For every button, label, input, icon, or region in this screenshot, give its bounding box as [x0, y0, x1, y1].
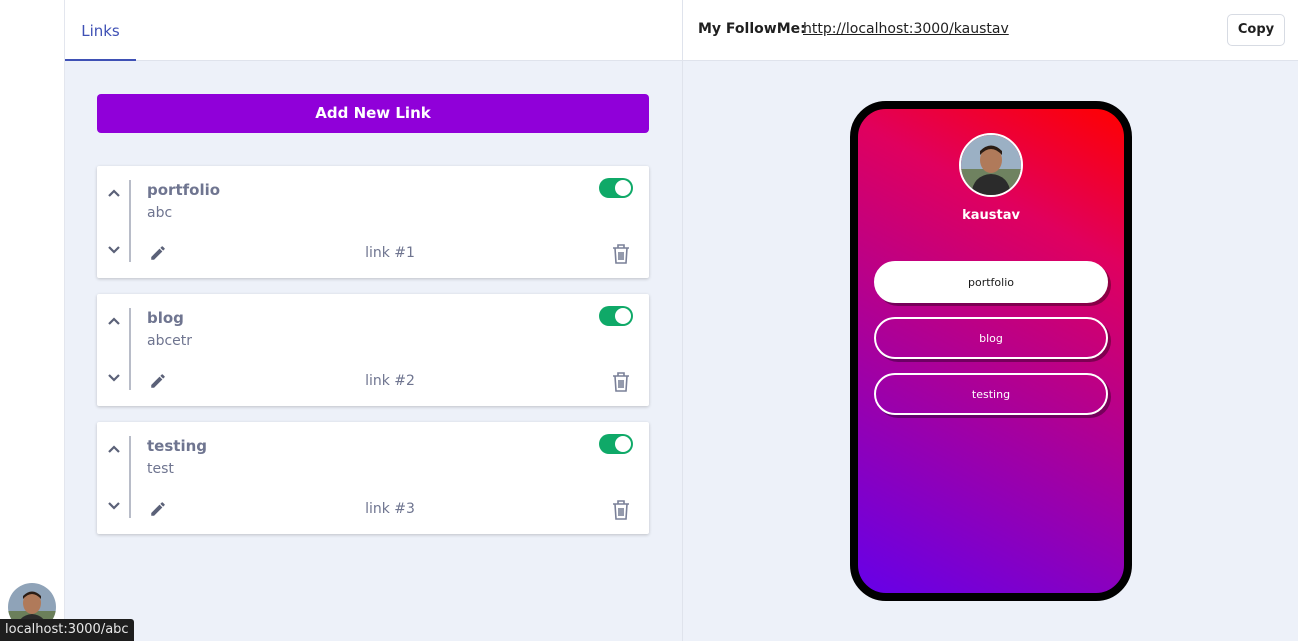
link-number: link #1: [365, 245, 415, 261]
link-title[interactable]: blog: [147, 309, 184, 327]
profile-username: kaustav: [962, 208, 1020, 223]
chevron-down-icon[interactable]: [106, 242, 122, 258]
chevron-down-icon[interactable]: [106, 498, 122, 514]
toggle-knob: [615, 180, 631, 196]
followme-url-link[interactable]: http://localhost:3000/kaustav: [803, 21, 1009, 37]
divider: [129, 308, 131, 390]
followme-label: My FollowMe:: [698, 21, 806, 37]
trash-icon[interactable]: [611, 499, 631, 521]
tab-bar: Links: [65, 0, 682, 61]
pencil-icon[interactable]: [149, 244, 167, 262]
phone-preview: kaustav portfolio blog testing: [850, 101, 1132, 601]
link-number: link #2: [365, 373, 415, 389]
link-title[interactable]: portfolio: [147, 181, 220, 199]
profile-avatar: [959, 133, 1023, 197]
trash-icon[interactable]: [611, 371, 631, 393]
tab-links[interactable]: Links: [65, 0, 136, 61]
chevron-up-icon[interactable]: [106, 313, 122, 329]
chevron-down-icon[interactable]: [106, 370, 122, 386]
chevron-up-icon[interactable]: [106, 441, 122, 457]
preview-link-button[interactable]: portfolio: [874, 261, 1108, 303]
divider: [129, 436, 131, 518]
preview-panel: My FollowMe: http://localhost:3000/kaust…: [682, 0, 1298, 641]
link-url[interactable]: test: [147, 461, 174, 477]
toggle-knob: [615, 308, 631, 324]
link-url[interactable]: abc: [147, 205, 172, 221]
link-enabled-toggle[interactable]: [599, 178, 633, 198]
links-panel: Links Add New Link portfolio abc link #1…: [65, 0, 682, 641]
pencil-icon[interactable]: [149, 500, 167, 518]
link-enabled-toggle[interactable]: [599, 434, 633, 454]
link-card: testing test link #3: [97, 422, 649, 534]
add-new-link-button[interactable]: Add New Link: [97, 94, 649, 133]
link-enabled-toggle[interactable]: [599, 306, 633, 326]
pencil-icon[interactable]: [149, 372, 167, 390]
toggle-knob: [615, 436, 631, 452]
status-bar-url: localhost:3000/abc: [0, 619, 134, 641]
link-card: blog abcetr link #2: [97, 294, 649, 406]
copy-button[interactable]: Copy: [1227, 14, 1285, 46]
trash-icon[interactable]: [611, 243, 631, 265]
sidebar: [0, 0, 65, 641]
preview-link-button[interactable]: blog: [874, 317, 1108, 359]
link-number: link #3: [365, 501, 415, 517]
link-url[interactable]: abcetr: [147, 333, 192, 349]
link-title[interactable]: testing: [147, 437, 207, 455]
divider: [129, 180, 131, 262]
preview-link-button[interactable]: testing: [874, 373, 1108, 415]
chevron-up-icon[interactable]: [106, 185, 122, 201]
link-card: portfolio abc link #1: [97, 166, 649, 278]
followme-header: My FollowMe: http://localhost:3000/kaust…: [683, 0, 1298, 61]
